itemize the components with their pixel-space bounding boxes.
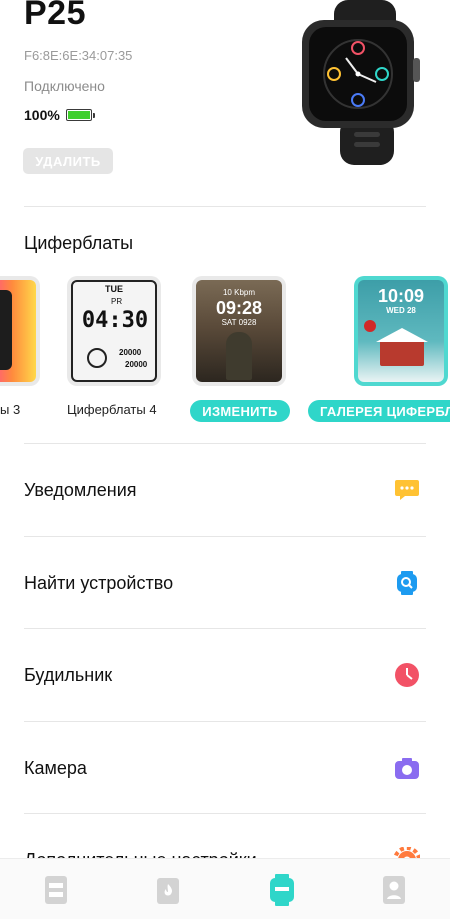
watch-face-3-label: ы 3 (0, 402, 21, 417)
menu-alarm[interactable]: Будильник (0, 629, 450, 721)
battery-status: 100% (24, 107, 95, 123)
camera-icon (395, 758, 419, 779)
divider (24, 206, 426, 207)
face-steps-goal: 20000 (125, 360, 148, 369)
watch-face-christmas[interactable]: 10:09 WED 28 (354, 276, 448, 386)
profile-tab-icon[interactable] (380, 874, 408, 906)
watch-tab-icon[interactable] (268, 874, 296, 906)
smartwatch-image (302, 0, 420, 165)
face-steps: 20000 (119, 348, 142, 357)
santa-icon (364, 320, 376, 332)
menu-camera-label: Камера (24, 758, 87, 778)
face-date: SAT 0928 (221, 318, 257, 327)
menu-advanced-settings[interactable]: Дополнительные настройки (0, 814, 450, 858)
face-time: 10:09 (377, 286, 425, 306)
face-date: WED 28 (386, 306, 416, 315)
device-tab-icon[interactable] (42, 874, 70, 906)
house-image (380, 340, 424, 366)
face-ampm: PR (111, 297, 123, 306)
activity-tab-icon[interactable] (154, 874, 182, 906)
face-day: TUE (105, 284, 123, 294)
watch-face-4[interactable]: TUE PR 04:30 20000 20000 (67, 276, 161, 386)
menu-camera[interactable]: Камера (0, 722, 450, 814)
connection-status: Подключено (24, 78, 105, 94)
watch-face-current[interactable]: 10 Kbpm 09:28 SAT 0928 (192, 276, 286, 386)
menu-find-device[interactable]: Найти устройство (0, 537, 450, 629)
menu-find-device-label: Найти устройство (24, 573, 174, 593)
bottom-navigation (0, 858, 450, 919)
device-mac-address: F6:8E:6E:34:07:35 (24, 48, 133, 63)
find-device-icon (397, 571, 417, 595)
menu-notifications[interactable]: Уведомления (0, 444, 450, 536)
device-name: P25 (24, 0, 86, 32)
message-icon (395, 480, 419, 500)
delete-device-button[interactable]: УДАЛИТЬ (23, 148, 113, 174)
menu-alarm-label: Будильник (24, 665, 113, 685)
settings-gear-icon (394, 847, 420, 858)
watch-face-3[interactable] (0, 276, 40, 386)
menu-advanced-settings-label: Дополнительные настройки (24, 850, 257, 858)
battery-percent: 100% (24, 107, 60, 123)
face-time: 04:30 (81, 308, 149, 333)
roof-snow (376, 328, 428, 342)
face-time: 09:28 (215, 298, 263, 318)
alarm-clock-icon (395, 663, 419, 687)
change-face-button[interactable]: ИЗМЕНИТЬ (190, 400, 290, 422)
astronaut-icon (87, 348, 107, 368)
menu-notifications-label: Уведомления (24, 480, 137, 500)
watch-faces-title: Циферблаты (24, 233, 134, 253)
watch-face-4-label: Циферблаты 4 (67, 402, 157, 417)
soldier-figure (226, 332, 252, 380)
face-heart: 10 Kbpm (222, 288, 256, 297)
battery-icon (65, 109, 95, 121)
face-gallery-button[interactable]: ГАЛЕРЕЯ ЦИФЕРБЛАТОВ (308, 400, 450, 422)
